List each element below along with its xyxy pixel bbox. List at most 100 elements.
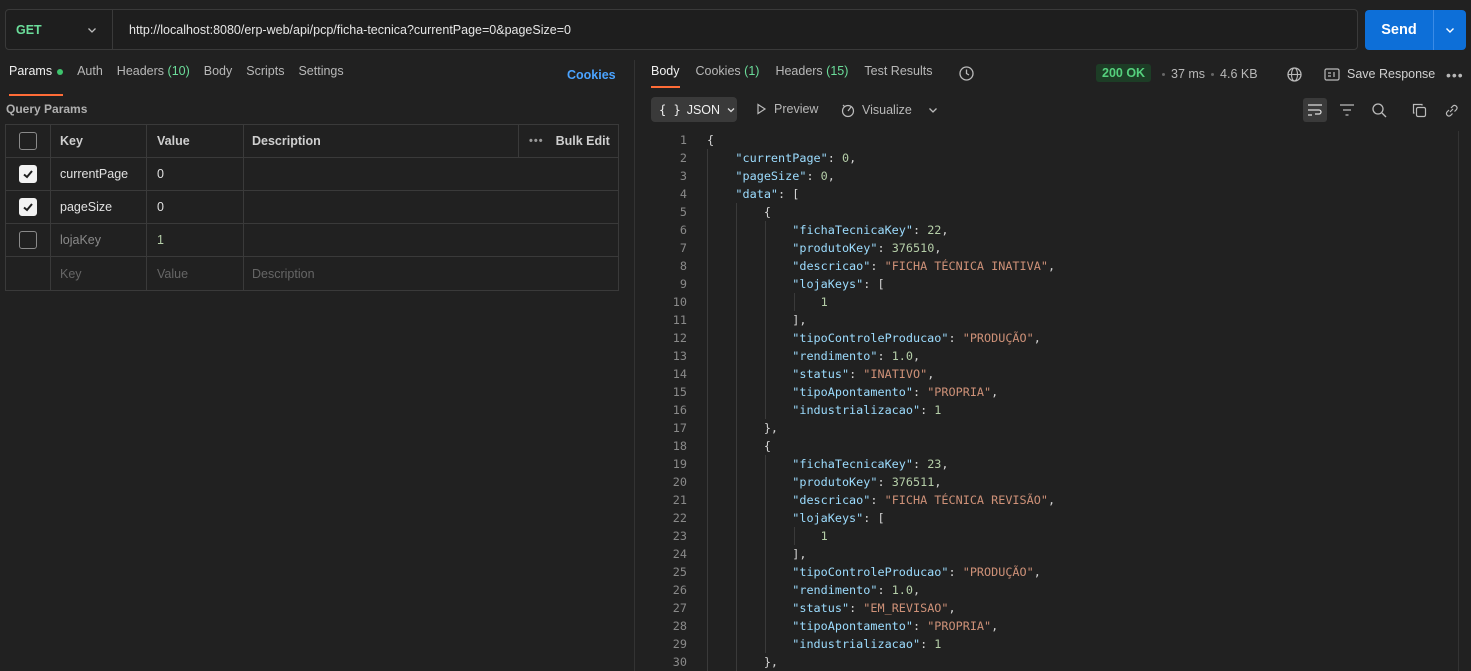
code-text: "produtoKey": 376511, bbox=[792, 475, 942, 489]
link-icon[interactable] bbox=[1439, 98, 1463, 122]
tab-headers[interactable]: Headers (10) bbox=[117, 64, 190, 94]
line-number: 23 bbox=[672, 529, 687, 543]
more-icon: ••• bbox=[529, 135, 544, 147]
save-response-button[interactable]: Save Response bbox=[1324, 67, 1435, 81]
new-value-input[interactable]: Value bbox=[147, 257, 244, 290]
tab-label: Cookies bbox=[695, 64, 741, 78]
send-options-button[interactable] bbox=[1433, 10, 1466, 50]
param-key[interactable]: currentPage bbox=[51, 158, 147, 190]
tab-response-cookies[interactable]: Cookies (1) bbox=[696, 64, 760, 86]
url-bar: GET http://localhost:8080/erp-web/api/pc… bbox=[5, 9, 1358, 50]
code-line: 29 "industrializacao": 1 bbox=[651, 635, 1055, 653]
send-button[interactable]: Send bbox=[1365, 10, 1433, 50]
code-text: { bbox=[707, 205, 771, 219]
code-line: 28 "tipoApontamento": "PROPRIA", bbox=[651, 617, 1055, 635]
tab-response-headers[interactable]: Headers (15) bbox=[775, 64, 848, 86]
code-text: ], bbox=[707, 547, 807, 561]
tab-test-results[interactable]: Test Results bbox=[864, 64, 932, 86]
tab-body[interactable]: Body bbox=[204, 64, 233, 94]
url-input[interactable]: http://localhost:8080/erp-web/api/pcp/fi… bbox=[113, 23, 571, 37]
code-line: 19 "fichaTecnicaKey": 23, bbox=[651, 455, 1055, 473]
line-number: 24 bbox=[672, 547, 687, 561]
line-number: 21 bbox=[672, 493, 687, 507]
line-number: 7 bbox=[679, 241, 687, 255]
editor-scrollbar[interactable] bbox=[1458, 131, 1459, 671]
method-select[interactable]: GET bbox=[6, 10, 113, 49]
code-line: 17 }, bbox=[651, 419, 1055, 437]
code-text: "tipoControleProducao": "PRODUÇÃO", bbox=[792, 331, 1041, 345]
cookies-link[interactable]: Cookies bbox=[567, 68, 616, 82]
code-line: 16 "industrializacao": 1 bbox=[651, 401, 1055, 419]
chevron-down-icon bbox=[1446, 28, 1454, 33]
preview-button[interactable]: Preview bbox=[755, 102, 818, 116]
line-number: 18 bbox=[672, 439, 687, 453]
line-number: 11 bbox=[672, 313, 687, 327]
format-select[interactable]: { } JSON bbox=[651, 97, 737, 122]
param-description[interactable] bbox=[244, 191, 618, 223]
globe-icon[interactable] bbox=[1286, 66, 1303, 83]
tab-response-body[interactable]: Body bbox=[651, 64, 680, 88]
query-params-title: Query Params bbox=[6, 102, 88, 116]
param-key[interactable]: lojaKey bbox=[51, 224, 147, 256]
line-number: 20 bbox=[672, 475, 687, 489]
param-value[interactable]: 0 bbox=[147, 158, 244, 190]
row-checkbox[interactable] bbox=[19, 198, 37, 216]
history-icon[interactable] bbox=[958, 65, 975, 82]
param-value[interactable]: 0 bbox=[147, 191, 244, 223]
tab-label: Headers bbox=[775, 64, 823, 78]
tab-settings[interactable]: Settings bbox=[298, 64, 343, 94]
response-metrics: 37 ms 4.6 KB bbox=[1162, 67, 1258, 81]
new-description-input[interactable]: Description bbox=[244, 257, 618, 290]
param-description[interactable] bbox=[244, 158, 618, 190]
response-time[interactable]: 37 ms bbox=[1171, 67, 1205, 81]
response-body-editor[interactable]: 1{2 "currentPage": 0, 3 "pageSize": 0, 4 "… bbox=[651, 131, 1055, 671]
line-number: 25 bbox=[672, 565, 687, 579]
code-line: 14 "status": "INATIVO", bbox=[651, 365, 1055, 383]
tab-auth[interactable]: Auth bbox=[77, 64, 103, 94]
header-description: Description bbox=[244, 125, 519, 157]
code-text: "tipoControleProducao": "PRODUÇÃO", bbox=[792, 565, 1041, 579]
wrap-lines-icon[interactable] bbox=[1303, 98, 1327, 122]
code-text: "rendimento": 1.0, bbox=[792, 583, 921, 597]
code-line: 23 1 bbox=[651, 527, 1055, 545]
response-size[interactable]: 4.6 KB bbox=[1220, 67, 1258, 81]
code-text: "fichaTecnicaKey": 23, bbox=[792, 457, 949, 471]
line-number: 8 bbox=[679, 259, 687, 273]
bulk-edit-button[interactable]: ••• Bulk Edit bbox=[519, 125, 618, 157]
tab-scripts[interactable]: Scripts bbox=[246, 64, 284, 94]
code-text: "lojaKeys": [ bbox=[792, 277, 885, 291]
tab-count: (10) bbox=[167, 64, 190, 78]
row-checkbox[interactable] bbox=[19, 231, 37, 249]
visualize-button[interactable]: Visualize bbox=[840, 102, 912, 118]
copy-icon[interactable] bbox=[1407, 98, 1431, 122]
code-text: "currentPage": 0, bbox=[735, 151, 857, 165]
response-tabs: Body Cookies (1) Headers (15) Test Resul… bbox=[651, 64, 949, 88]
code-text: "lojaKeys": [ bbox=[792, 511, 885, 525]
code-line: 4 "data": [ bbox=[651, 185, 1055, 203]
chevron-down-icon[interactable] bbox=[927, 104, 939, 116]
param-value[interactable]: 1 bbox=[147, 224, 244, 256]
line-number: 14 bbox=[672, 367, 687, 381]
line-number: 9 bbox=[679, 277, 687, 291]
line-number: 26 bbox=[672, 583, 687, 597]
param-description[interactable] bbox=[244, 224, 618, 256]
check-icon bbox=[23, 203, 33, 212]
status-badge[interactable]: 200 OK bbox=[1096, 64, 1152, 82]
search-icon[interactable] bbox=[1367, 98, 1391, 122]
code-line: 11 ], bbox=[651, 311, 1055, 329]
new-key-input[interactable]: Key bbox=[51, 257, 147, 290]
panel-divider[interactable] bbox=[634, 60, 635, 671]
code-line: 10 1 bbox=[651, 293, 1055, 311]
filter-icon[interactable] bbox=[1335, 98, 1359, 122]
more-options-icon[interactable]: ••• bbox=[1446, 67, 1464, 83]
preview-label: Preview bbox=[774, 102, 819, 116]
code-text: "pageSize": 0, bbox=[735, 169, 835, 183]
chevron-down-icon bbox=[88, 27, 96, 33]
tab-params[interactable]: Params bbox=[9, 64, 64, 96]
line-number: 12 bbox=[672, 331, 687, 345]
select-all-checkbox[interactable] bbox=[19, 132, 37, 150]
select-all-cell bbox=[6, 125, 51, 157]
code-line: 24 ], bbox=[651, 545, 1055, 563]
param-key[interactable]: pageSize bbox=[51, 191, 147, 223]
row-checkbox[interactable] bbox=[19, 165, 37, 183]
